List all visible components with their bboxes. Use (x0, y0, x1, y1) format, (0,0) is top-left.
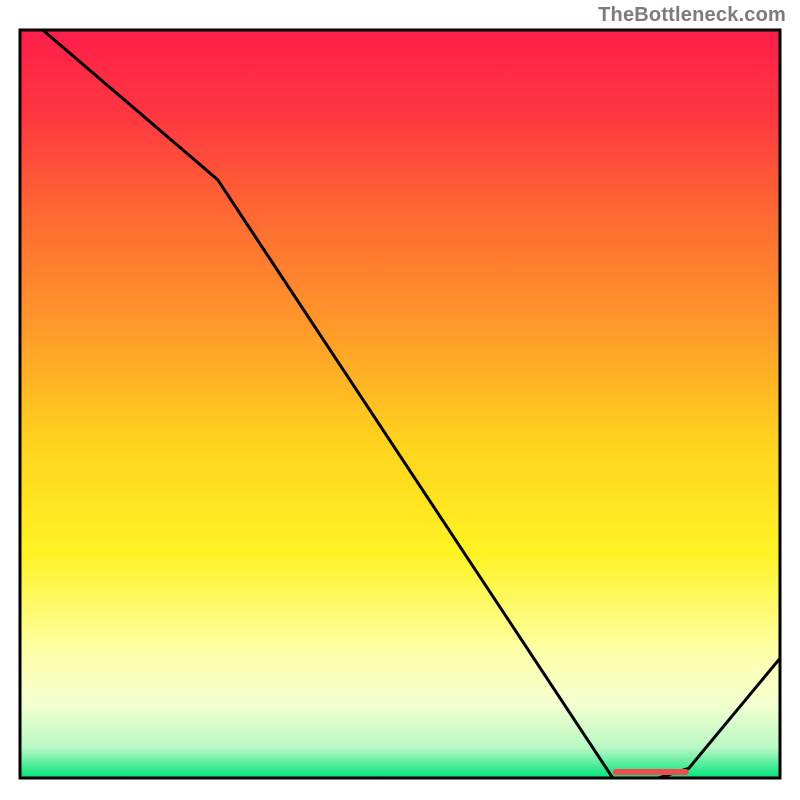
bottleneck-chart (0, 0, 800, 800)
optimal-range-marker (613, 769, 689, 775)
gradient-background (20, 30, 780, 778)
